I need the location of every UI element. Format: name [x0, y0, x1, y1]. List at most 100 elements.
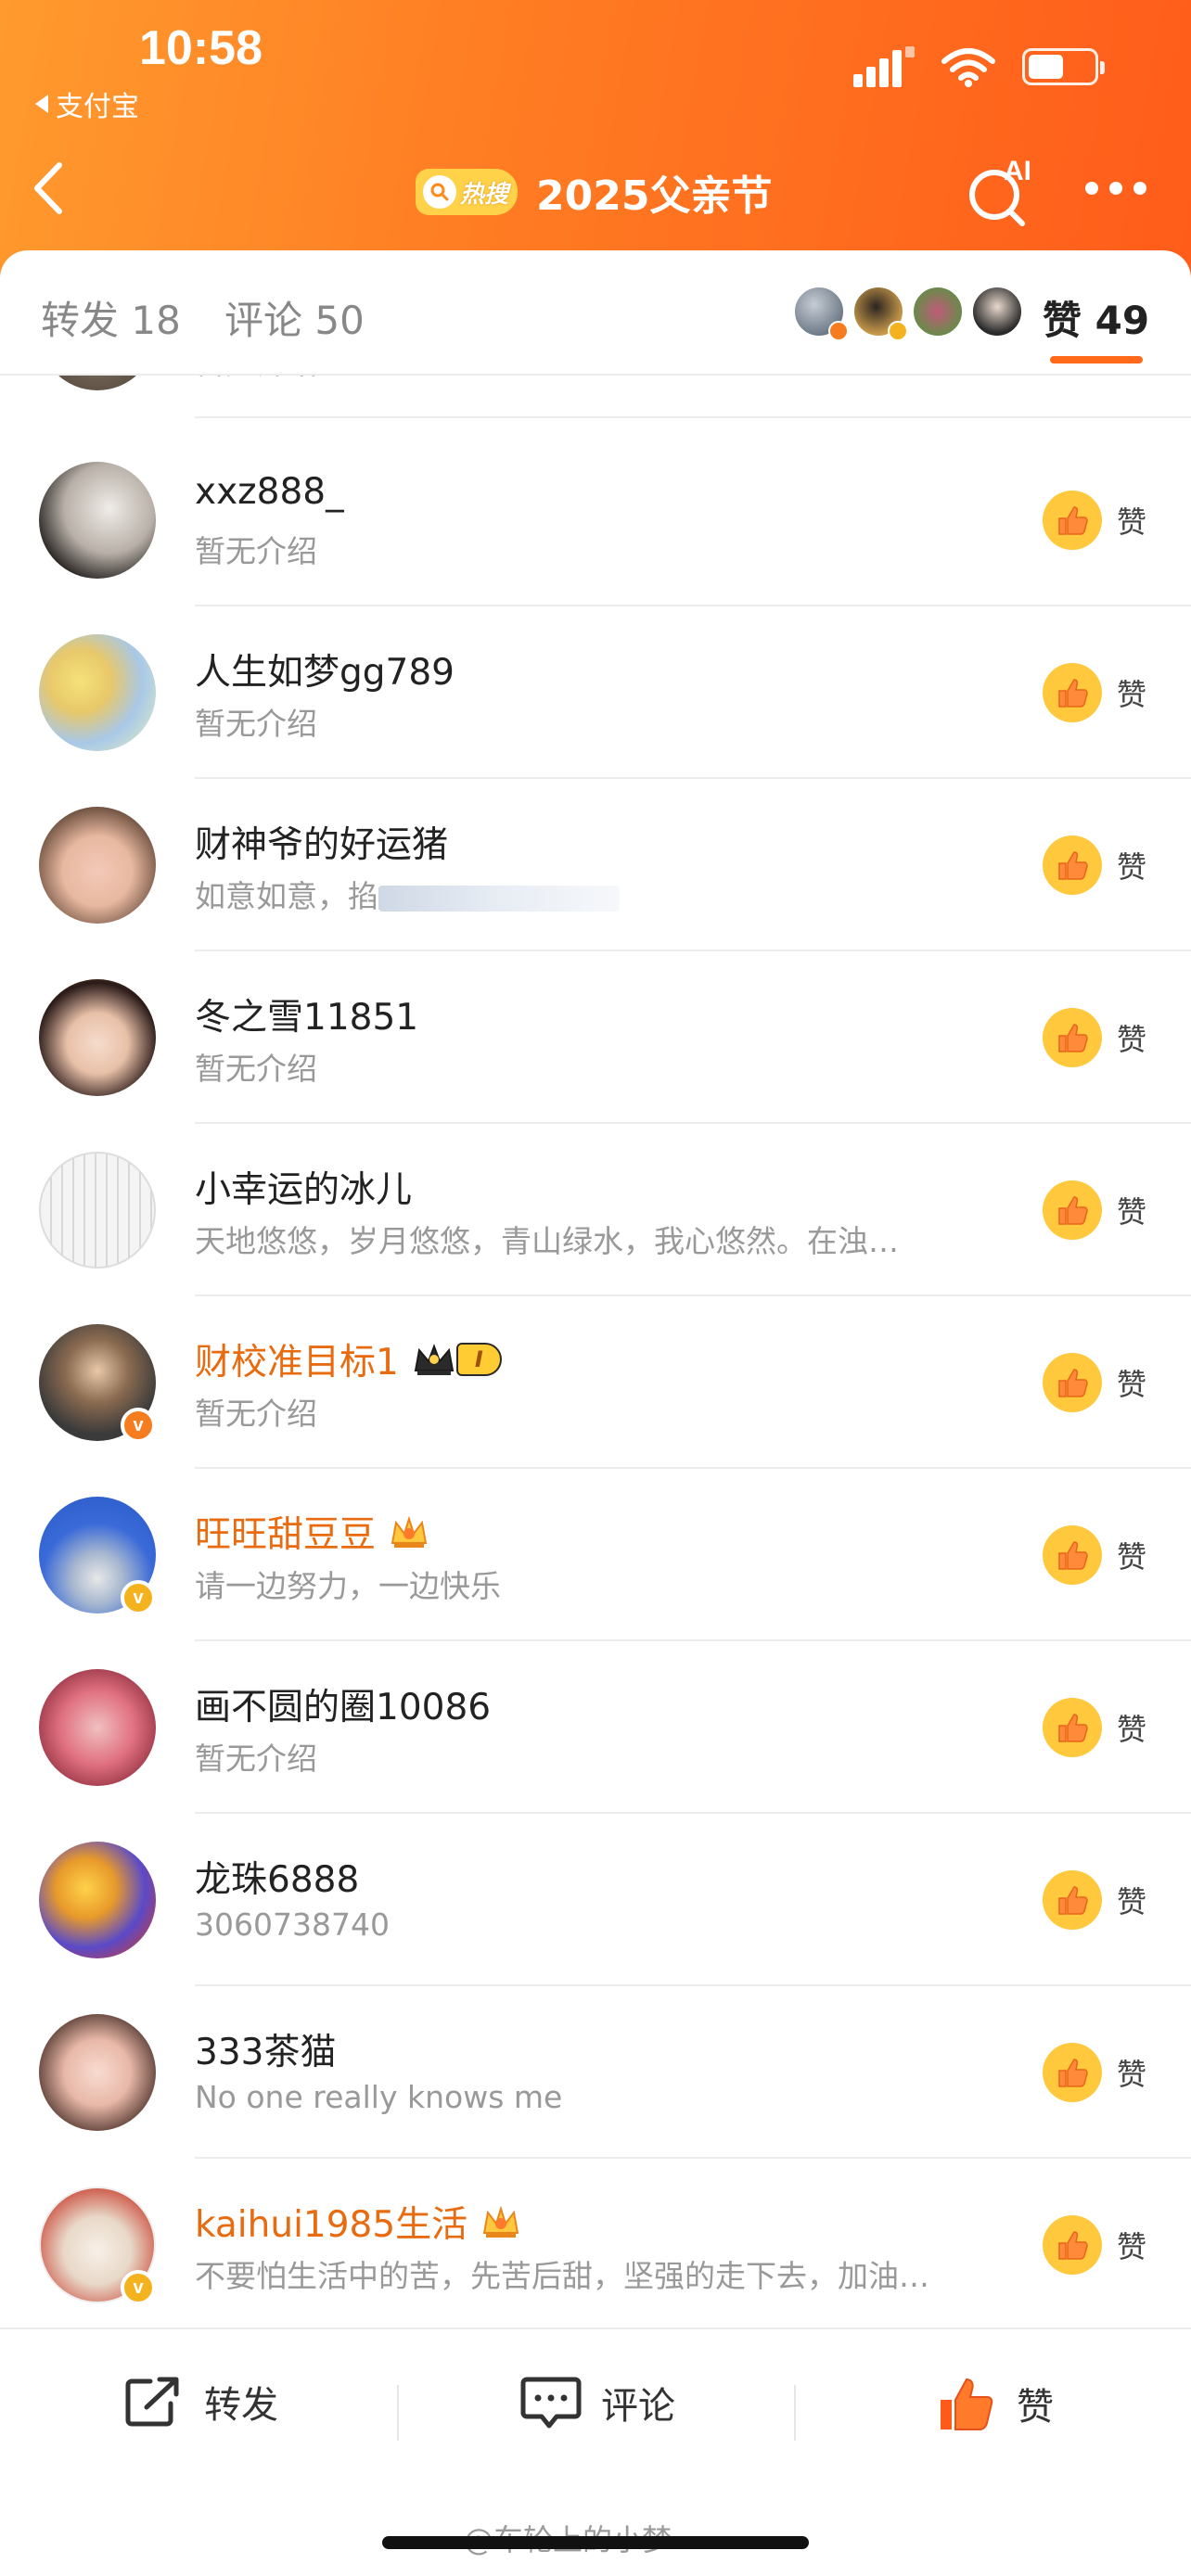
user-name: xxz888_ [195, 471, 344, 513]
active-tab-indicator [1050, 356, 1143, 363]
like-label[interactable]: 赞 [1117, 2224, 1146, 2266]
more-dot-icon [1109, 182, 1122, 195]
like-button[interactable] [1043, 1353, 1102, 1412]
thumbs-up-icon [1058, 2231, 1088, 2260]
like-button[interactable] [1043, 1008, 1102, 1067]
like-label[interactable]: 赞 [1117, 1016, 1146, 1059]
user-name: kaihui1985生活 [195, 2196, 521, 2248]
tab-repost[interactable]: 转发 18 [41, 289, 181, 346]
comment-icon [520, 2377, 582, 2429]
like-label[interactable]: 赞 [1117, 1361, 1146, 1404]
user-name: 龙珠6888 [195, 1851, 359, 1903]
signal-icon [853, 46, 915, 87]
like-label[interactable]: 赞 [1117, 1189, 1146, 1231]
thumbs-up-icon [1058, 2059, 1088, 2087]
bar-separator [794, 2385, 796, 2441]
user-bio: No one really knows me [195, 2079, 563, 2115]
hot-topic-title[interactable]: 热搜 2025父亲节 [416, 162, 772, 222]
list-item[interactable]: v 财校准目标1 I 暂无介绍 赞 [0, 1296, 1191, 1469]
home-indicator[interactable] [382, 2536, 809, 2549]
battery-icon [1022, 48, 1105, 85]
thumbs-up-icon [941, 2378, 993, 2430]
user-name-text: 小幸运的冰儿 [195, 1169, 413, 1211]
list-item[interactable]: 冬之雪11851 暂无介绍 赞 [0, 951, 1191, 1124]
back-arrow-icon[interactable] [26, 156, 72, 221]
user-bio: 暂无介绍 [195, 1051, 317, 1087]
like-button[interactable] [1043, 1180, 1102, 1240]
member-badge: I [412, 1341, 502, 1378]
list-item[interactable]: 画不圆的圈10086 暂无介绍 赞 [0, 1641, 1191, 1814]
comment-button[interactable]: 评论 [519, 2374, 675, 2431]
verified-badge-icon: v [121, 1580, 156, 1615]
more-dot-icon [1133, 182, 1146, 195]
like-button[interactable] [1043, 835, 1102, 895]
list-item[interactable]: 龙珠6888 3060738740 赞 [0, 1814, 1191, 1986]
like-button[interactable] [1043, 663, 1102, 722]
like-button[interactable] [1043, 2215, 1102, 2275]
like-button[interactable] [1043, 1870, 1102, 1930]
user-name-text: 333茶猫 [195, 2032, 337, 2073]
page-title: 2025父亲节 [536, 172, 773, 220]
like-label[interactable]: 赞 [1117, 1534, 1146, 1576]
avatar [39, 462, 156, 579]
user-name: 小幸运的冰儿 [195, 1161, 412, 1213]
user-name: 财神爷的好运猪 [195, 816, 448, 868]
user-name-text: 画不圆的圈10086 [195, 1687, 492, 1728]
like-label[interactable]: 赞 [1117, 499, 1146, 542]
user-bio: 请一边努力，一边快乐 [195, 1568, 501, 1604]
user-name: 冬之雪11851 [195, 988, 418, 1040]
like-button[interactable] [1043, 2043, 1102, 2102]
ai-label: AI [1004, 156, 1031, 186]
thumbs-up-icon [1058, 1714, 1088, 1742]
user-name: 旺旺甜豆豆 [195, 1506, 429, 1558]
search-icon [423, 175, 456, 209]
header: 10:58 支付宝 热搜 2025父亲节 AI [0, 0, 1191, 278]
bar-separator [397, 2385, 399, 2441]
ai-search-button[interactable]: AI [965, 156, 1039, 230]
hot-search-badge: 热搜 [416, 169, 518, 215]
repost-button[interactable]: 转发 [122, 2374, 278, 2429]
more-dot-icon [1085, 182, 1098, 195]
more-options-button[interactable] [1085, 182, 1146, 195]
list-item[interactable]: 小幸运的冰儿 天地悠悠，岁月悠悠，青山绿水，我心悠然。在浊… 赞 [0, 1124, 1191, 1296]
like-button[interactable] [1043, 1698, 1102, 1757]
list-item[interactable]: v kaihui1985生活 不要怕生活中的苦，先苦后甜，坚强的走下去，加油… … [0, 2159, 1191, 2327]
like-post-button[interactable]: 赞 [937, 2374, 1054, 2433]
thumbs-up-icon [1058, 1024, 1088, 1052]
back-to-app-link[interactable]: 支付宝 [35, 83, 139, 124]
like-label[interactable]: 赞 [1117, 671, 1146, 714]
list-item[interactable]: v 旺旺甜豆豆 请一边努力，一边快乐 赞 [0, 1469, 1191, 1641]
user-name: 财校准目标1 I [195, 1333, 502, 1385]
list-item[interactable]: xxz888_ 暂无介绍 赞 [0, 434, 1191, 606]
list-item[interactable]: 人生如梦gg789 暂无介绍 赞 [0, 606, 1191, 779]
crown-icon [482, 2205, 519, 2238]
user-bio: 如意如意，掐 [195, 872, 620, 916]
comment-label: 评论 [601, 2385, 675, 2428]
list-item[interactable]: 财神爷的好运猪 如意如意，掐 赞 [0, 779, 1191, 951]
thumbs-up-icon [1058, 851, 1088, 880]
liker-avatars [793, 286, 1023, 341]
list-item[interactable]: 333茶猫 No one really knows me 赞 [0, 1986, 1191, 2159]
like-label[interactable]: 赞 [1117, 1879, 1146, 1921]
like-label[interactable]: 赞 [1117, 844, 1146, 886]
thumbs-up-icon [1058, 506, 1088, 535]
user-name: 333茶猫 [195, 2023, 336, 2075]
like-button[interactable] [1043, 491, 1102, 550]
avatar [39, 1842, 156, 1958]
avatar [39, 807, 156, 924]
member-level-tag: I [455, 1343, 502, 1376]
avatar [39, 979, 156, 1096]
like-label[interactable]: 赞 [1117, 1706, 1146, 1749]
back-app-label: 支付宝 [56, 91, 139, 123]
user-bio: 暂无介绍 [195, 1396, 317, 1432]
tab-comment[interactable]: 评论 50 [224, 289, 365, 346]
like-button[interactable] [1043, 1525, 1102, 1585]
user-name-text: xxz888_ [195, 471, 344, 513]
list-item[interactable]: 暂无介绍 [0, 376, 1191, 418]
tab-like[interactable]: 赞 49 [1043, 289, 1149, 346]
avatar [39, 1669, 156, 1786]
user-bio: 暂无介绍 [195, 376, 317, 383]
thumbs-up-icon [1058, 1196, 1088, 1225]
share-icon [125, 2377, 179, 2427]
like-label[interactable]: 赞 [1117, 2051, 1146, 2094]
